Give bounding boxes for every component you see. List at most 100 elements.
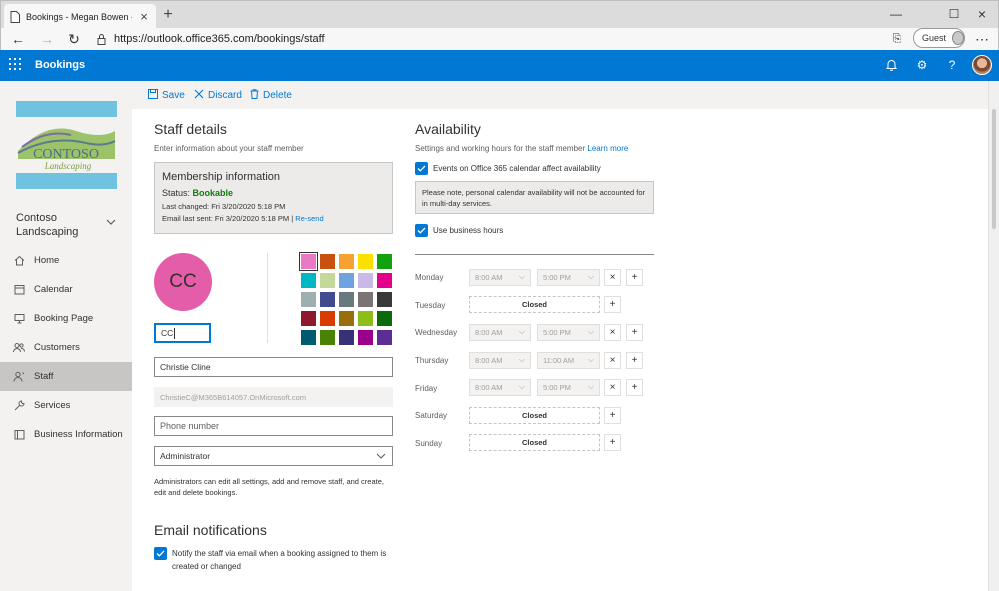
checkmark-icon [417, 165, 426, 172]
sidebar-item-business-information[interactable]: Business Information [0, 420, 132, 449]
window-close-icon[interactable]: × [967, 3, 997, 25]
email-field: ChristieC@M365B614057.OnMicrosoft.com [154, 387, 393, 407]
thursday-remove-button[interactable]: × [604, 352, 621, 369]
color-swatch[interactable] [377, 273, 392, 288]
note-line1: Please note, personal calendar availabil… [422, 188, 646, 197]
phone-input[interactable]: Phone number [154, 416, 393, 436]
minimize-icon[interactable]: — [881, 3, 911, 25]
gear-icon[interactable]: ⚙ [914, 57, 930, 73]
color-swatch[interactable] [358, 311, 373, 326]
color-swatch[interactable] [320, 254, 335, 269]
page-scrollbar[interactable] [988, 81, 999, 591]
tab-close-icon[interactable]: × [138, 9, 150, 24]
forward-icon[interactable]: → [38, 30, 56, 48]
sidebar-item-label: Services [34, 400, 71, 411]
delete-button[interactable]: Delete [250, 89, 292, 102]
chevron-down-icon[interactable] [106, 217, 116, 228]
tuesday-add-button[interactable]: + [604, 296, 621, 313]
help-icon[interactable]: ? [944, 57, 960, 73]
color-swatch[interactable] [377, 311, 392, 326]
color-swatch[interactable] [358, 292, 373, 307]
color-swatch[interactable] [377, 292, 392, 307]
back-icon[interactable]: ← [9, 30, 27, 48]
more-options-icon[interactable]: ⋯ [973, 30, 991, 48]
app-launcher-icon[interactable] [9, 58, 21, 70]
color-swatch[interactable] [301, 273, 316, 288]
wednesday-add-button[interactable]: + [626, 324, 643, 341]
sidebar-item-services[interactable]: Services [0, 391, 132, 420]
user-avatar[interactable] [972, 55, 992, 75]
sidebar-item-booking-page[interactable]: Booking Page [0, 304, 132, 333]
thursday-end-select[interactable]: 11:00 AM ⌵ [537, 352, 600, 369]
wednesday-remove-button[interactable]: × [604, 324, 621, 341]
monday-remove-button[interactable]: × [604, 269, 621, 286]
browser-tab[interactable]: Bookings - Megan Bowen - Outl × [4, 4, 156, 29]
thursday-start-select[interactable]: 8:00 AM ⌵ [469, 352, 531, 369]
initials-input[interactable]: CC [154, 323, 211, 343]
bell-icon[interactable] [883, 57, 899, 73]
new-tab-icon[interactable]: + [161, 6, 175, 24]
o365-availability-checkbox[interactable] [415, 162, 428, 175]
color-swatch[interactable] [339, 292, 354, 307]
phone-placeholder: Phone number [160, 421, 220, 431]
guest-profile-button[interactable]: Guest [913, 28, 965, 48]
friday-add-button[interactable]: + [626, 379, 643, 396]
color-swatch[interactable] [358, 254, 373, 269]
maximize-icon[interactable]: ☐ [939, 3, 969, 25]
learn-more-link[interactable]: Learn more [587, 144, 628, 153]
color-swatch[interactable] [358, 330, 373, 345]
status-label: Status: [162, 188, 191, 198]
business-name[interactable]: Contoso Landscaping [16, 211, 116, 239]
staff-details-heading: Staff details [154, 121, 227, 137]
business-hours-checkbox[interactable] [415, 224, 428, 237]
friday-end-select[interactable]: 5:00 PM ⌵ [537, 379, 600, 396]
name-value: Christie Cline [160, 362, 211, 372]
color-swatch[interactable] [320, 292, 335, 307]
time-value: 8:00 AM [475, 328, 503, 337]
scrollbar-thumb[interactable] [992, 109, 996, 229]
thursday-add-button[interactable]: + [626, 352, 643, 369]
role-dropdown[interactable]: Administrator [154, 446, 393, 466]
save-button[interactable]: Save [148, 89, 185, 102]
discard-button[interactable]: Discard [194, 89, 242, 102]
sidebar-item-staff[interactable]: Staff [0, 362, 132, 391]
name-input[interactable]: Christie Cline [154, 357, 393, 377]
friday-remove-button[interactable]: × [604, 379, 621, 396]
reading-view-icon[interactable]: ⎘ [888, 30, 906, 48]
sidebar-item-home[interactable]: Home [0, 246, 132, 275]
color-swatch[interactable] [339, 330, 354, 345]
notify-label-line1: Notify the staff via email when a bookin… [172, 549, 387, 558]
color-swatch[interactable] [339, 311, 354, 326]
resend-link[interactable]: Re-send [295, 214, 323, 223]
color-swatch[interactable] [377, 330, 392, 345]
color-swatch[interactable] [320, 273, 335, 288]
color-swatch[interactable] [301, 311, 316, 326]
monday-end-select[interactable]: 5:00 PM ⌵ [537, 269, 600, 286]
color-swatch[interactable] [339, 273, 354, 288]
wednesday-end-select[interactable]: 5:00 PM ⌵ [537, 324, 600, 341]
close-icon: × [609, 382, 616, 393]
sidebar-item-label: Staff [34, 371, 54, 382]
color-swatch[interactable] [301, 292, 316, 307]
sunday-add-button[interactable]: + [604, 434, 621, 451]
saturday-add-button[interactable]: + [604, 407, 621, 424]
monday-start-select[interactable]: 8:00 AM ⌵ [469, 269, 531, 286]
color-swatch[interactable] [377, 254, 392, 269]
color-swatch[interactable] [299, 252, 318, 271]
refresh-icon[interactable]: ↻ [65, 30, 83, 48]
color-swatch[interactable] [320, 311, 335, 326]
sidebar-item-calendar[interactable]: Calendar [0, 275, 132, 304]
sunday-closed: Closed [469, 434, 600, 451]
sidebar-item-customers[interactable]: Customers [0, 333, 132, 362]
color-swatch[interactable] [339, 254, 354, 269]
url-field[interactable]: https://outlook.office365.com/bookings/s… [97, 30, 877, 48]
friday-start-select[interactable]: 8:00 AM ⌵ [469, 379, 531, 396]
wednesday-start-select[interactable]: 8:00 AM ⌵ [469, 324, 531, 341]
notify-label: Notify the staff via email when a bookin… [172, 547, 386, 573]
color-swatch[interactable] [358, 273, 373, 288]
save-label: Save [162, 90, 185, 101]
color-swatch[interactable] [301, 330, 316, 345]
monday-add-button[interactable]: + [626, 269, 643, 286]
color-swatch[interactable] [320, 330, 335, 345]
notify-checkbox[interactable] [154, 547, 167, 560]
